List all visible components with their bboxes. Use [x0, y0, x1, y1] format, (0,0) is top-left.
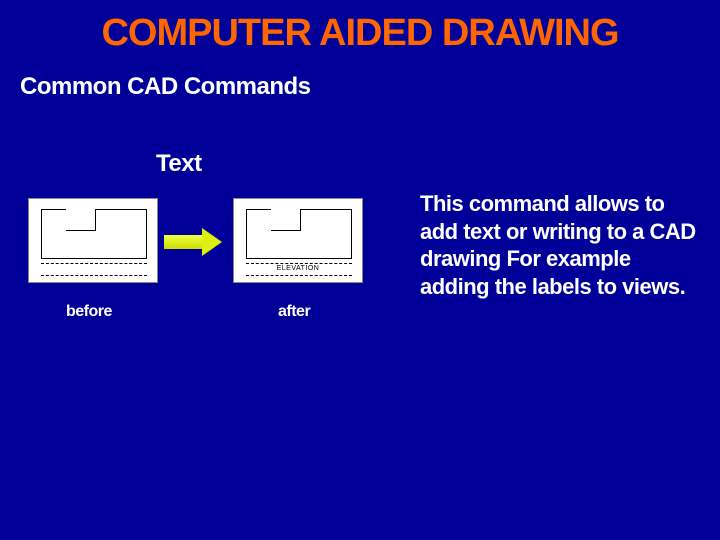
notch-shape: [66, 209, 96, 231]
dashed-line: [41, 275, 147, 276]
command-description: This command allows to add text or writi…: [420, 190, 700, 300]
caption-before: before: [66, 303, 112, 321]
notch-shape: [271, 209, 301, 231]
dashed-line: [246, 275, 352, 276]
figure-before: [28, 198, 158, 283]
slide-subtitle: Common CAD Commands: [0, 55, 720, 101]
elevation-outline: [246, 209, 352, 259]
slide-title: COMPUTER AIDED DRAWING: [0, 0, 720, 55]
command-name: Text: [156, 150, 202, 178]
figure-after: ELEVATION: [233, 198, 363, 283]
dashed-line: [246, 263, 352, 264]
dashed-line: [41, 263, 147, 264]
elevation-label: ELEVATION: [234, 265, 362, 272]
elevation-outline: [41, 209, 147, 259]
arrow-icon: [164, 228, 224, 256]
caption-after: after: [278, 303, 310, 321]
